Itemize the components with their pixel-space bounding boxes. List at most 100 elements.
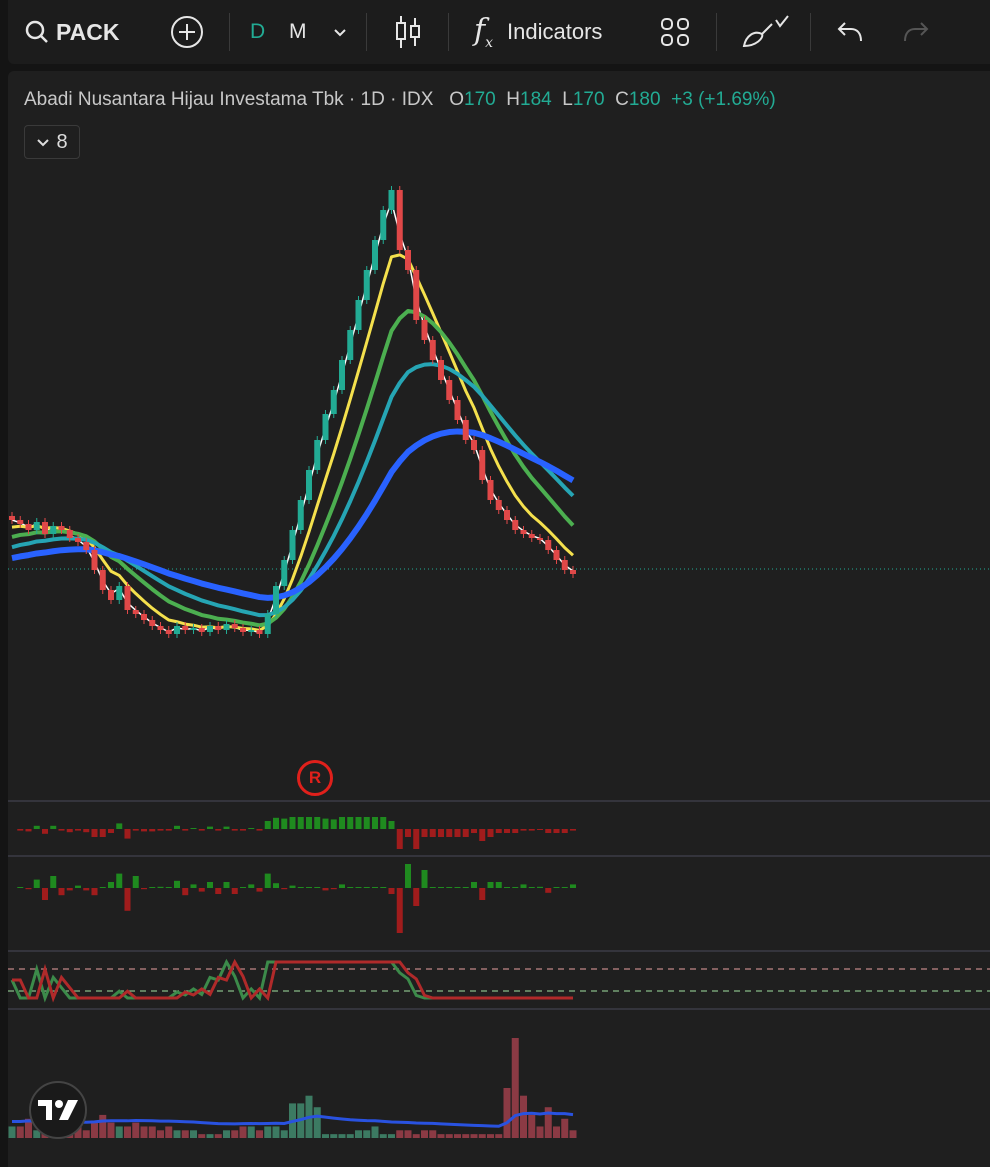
histogram-bar [339,884,345,888]
candle-body [132,610,139,614]
histogram-bar [50,876,57,888]
candle-body [545,540,552,550]
momentum-bar [264,821,271,829]
histogram-bar [413,888,420,906]
histogram-bar [25,888,32,890]
momentum-bar [182,829,189,831]
histogram-bar [355,887,362,888]
momentum-bar [520,829,527,831]
candle-body [297,500,304,530]
chevron-down-icon [37,139,50,147]
candle-body [33,522,40,530]
volume-bar [206,1134,214,1138]
momentum-bar [570,829,576,831]
candle-body [99,570,106,590]
histogram-bar [248,884,255,888]
candle-body [454,400,461,420]
indicators-count: 8 [56,130,68,153]
histogram-bar [429,887,436,888]
volume-bar [445,1134,453,1138]
volume-bar [470,1134,478,1138]
close-value: 180 [628,89,661,110]
candle-body [570,570,576,574]
momentum-bar [165,829,172,831]
histogram-bar [165,887,172,888]
histogram-bar [537,886,543,888]
volume-bar [569,1130,577,1138]
candle-body [396,190,403,250]
tradingview-logo[interactable] [29,1081,87,1139]
momentum-bar [421,829,428,837]
close-label: C [615,89,629,110]
histogram-bar [157,886,164,888]
histogram-bar [314,887,321,888]
candle-body [25,524,32,530]
volume-bar [561,1118,569,1138]
momentum-bar [528,829,535,831]
momentum-bar [66,829,73,833]
candle-body [231,624,238,628]
histogram-bar [396,888,403,933]
volume-bar [157,1130,164,1138]
candle-body [83,542,90,550]
histogram-bar [198,888,205,892]
candle-body [363,270,370,300]
histogram-bar [132,876,139,888]
volume-bar [107,1122,115,1138]
histogram-bar [281,888,288,890]
volume-bar [421,1130,428,1138]
histogram-bar [306,887,312,888]
event-marker[interactable]: R [297,760,333,796]
candle-body [372,240,378,270]
histogram-bar [66,888,73,891]
momentum-bar [75,829,81,831]
stoch-d-line [12,958,573,1003]
candle-body [165,630,172,634]
candle-body [339,360,345,390]
chart-canvas[interactable] [0,0,990,1167]
candle-body [215,626,222,630]
momentum-bar [545,829,552,833]
momentum-bar [17,829,24,831]
volume-bar [520,1095,527,1138]
histogram-bar [83,888,90,891]
histogram-bar [347,887,354,888]
histogram-bar [289,885,296,888]
histogram-bar [545,888,552,893]
momentum-bar [99,829,106,837]
histogram-bar [388,888,395,894]
volume-bar [231,1130,239,1138]
candle-body [388,190,395,210]
volume-bar [363,1130,371,1138]
momentum-bar [471,829,477,833]
momentum-bar [413,829,420,849]
candle-body [528,534,535,538]
candle-body [553,550,560,560]
candle-body [405,250,411,270]
volume-bar [379,1134,387,1138]
candle-body [17,520,24,524]
tradingview-logo-icon [38,1100,78,1120]
histogram-bar [471,882,477,888]
histogram-bar [372,887,378,888]
candle-body [561,560,568,570]
candle-body [479,450,486,480]
volume-bar [338,1134,346,1138]
candle-body [207,626,213,632]
volume-bar [190,1130,197,1138]
momentum-bar [231,829,238,831]
momentum-bar [50,825,57,829]
histogram-bar [330,888,337,890]
momentum-bar [495,829,502,833]
momentum-bar [454,829,461,837]
histogram-bar [33,879,40,888]
candle-body [429,340,436,360]
indicators-toggle-button[interactable]: 8 [24,125,80,159]
momentum-bar [537,829,543,830]
candle-body [314,440,321,470]
candle-body [446,380,453,400]
volume-bar [124,1126,131,1138]
candle-body [50,526,57,534]
symbol-legend: Abadi Nusantara Hijau Investama Tbk · 1D… [24,89,776,111]
open-label: O [449,89,465,110]
